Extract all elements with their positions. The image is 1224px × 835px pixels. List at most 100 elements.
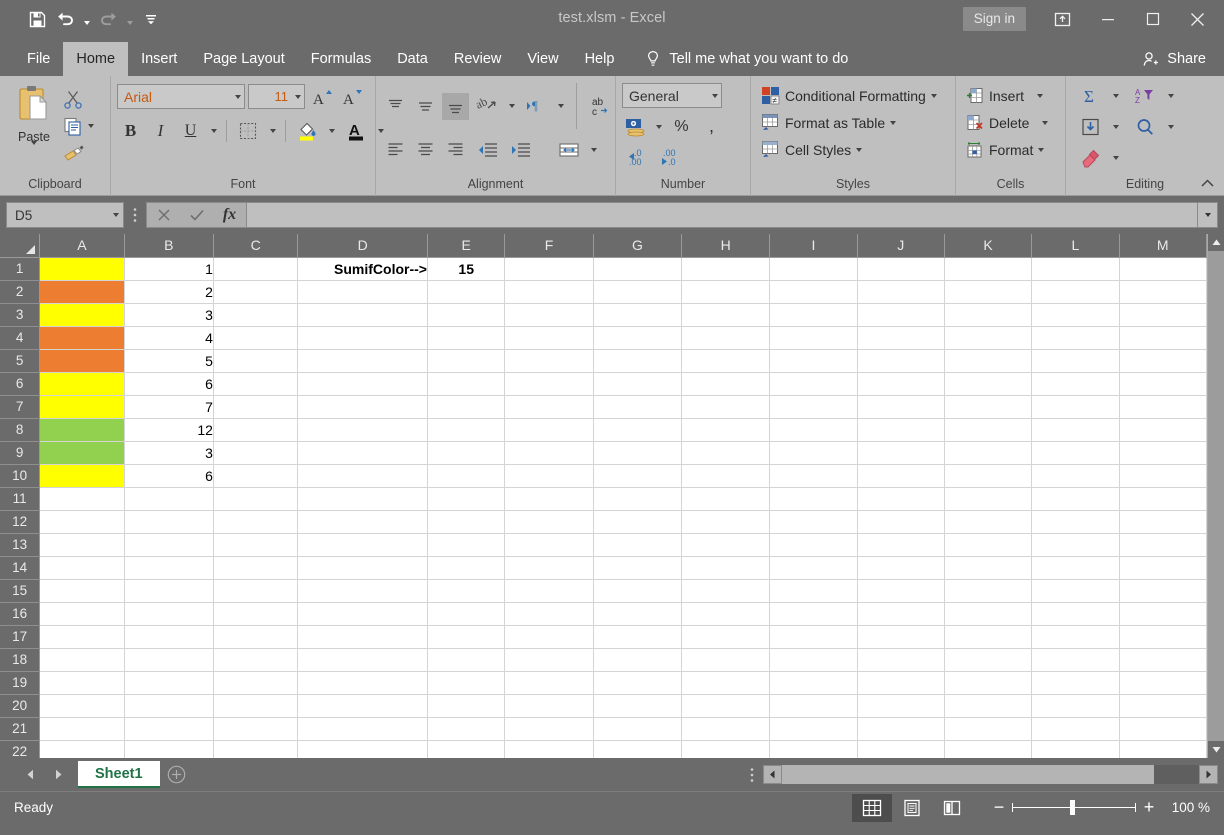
copy-button[interactable] — [62, 113, 94, 139]
cell-L5[interactable] — [1031, 349, 1120, 373]
cell-E1[interactable]: 15 — [427, 257, 506, 281]
cell-F5[interactable] — [504, 349, 594, 373]
cell-L21[interactable] — [1031, 717, 1120, 741]
cell-B18[interactable] — [124, 648, 214, 672]
decrease-indent-button[interactable] — [472, 136, 502, 163]
cell-D18[interactable] — [297, 648, 428, 672]
cell-H3[interactable] — [681, 303, 771, 327]
cell-C16[interactable] — [213, 602, 299, 626]
cell-G10[interactable] — [593, 464, 683, 488]
fill-button[interactable] — [1076, 113, 1106, 140]
cell-D19[interactable] — [297, 671, 428, 695]
next-sheet-icon[interactable] — [44, 760, 72, 790]
cell-C11[interactable] — [213, 487, 299, 511]
font-size-combo[interactable]: 11 — [248, 84, 305, 109]
cell-B5[interactable]: 5 — [124, 349, 214, 373]
cell-B21[interactable] — [124, 717, 214, 741]
share-button[interactable]: Share — [1142, 42, 1224, 76]
cell-E6[interactable] — [427, 372, 506, 396]
cell-H10[interactable] — [681, 464, 771, 488]
cell-A7[interactable] — [39, 395, 125, 419]
name-box[interactable]: D5 — [6, 202, 124, 228]
cell-L1[interactable] — [1031, 257, 1120, 281]
cell-A19[interactable] — [39, 671, 125, 695]
sign-in-button[interactable]: Sign in — [962, 7, 1026, 31]
cell-F10[interactable] — [504, 464, 594, 488]
cell-J12[interactable] — [857, 510, 945, 534]
row-header-3[interactable]: 3 — [0, 303, 41, 327]
cell-M21[interactable] — [1119, 717, 1207, 741]
clear-dropdown-icon[interactable] — [1109, 144, 1122, 171]
cell-M18[interactable] — [1119, 648, 1207, 672]
paste-dropdown-icon[interactable] — [31, 141, 37, 163]
cell-L19[interactable] — [1031, 671, 1120, 695]
cell-L11[interactable] — [1031, 487, 1120, 511]
cell-A5[interactable] — [39, 349, 125, 373]
cell-L16[interactable] — [1031, 602, 1120, 626]
cell-H17[interactable] — [681, 625, 771, 649]
undo-dropdown-icon[interactable] — [80, 6, 93, 32]
cell-L3[interactable] — [1031, 303, 1120, 327]
cell-I9[interactable] — [769, 441, 858, 465]
cell-F3[interactable] — [504, 303, 594, 327]
cell-D11[interactable] — [297, 487, 428, 511]
cell-H12[interactable] — [681, 510, 771, 534]
autosum-button[interactable]: Σ — [1076, 82, 1106, 109]
cell-H21[interactable] — [681, 717, 771, 741]
cell-L12[interactable] — [1031, 510, 1120, 534]
cell-I12[interactable] — [769, 510, 858, 534]
row-header-2[interactable]: 2 — [0, 280, 41, 304]
cell-M20[interactable] — [1119, 694, 1207, 718]
cell-K19[interactable] — [944, 671, 1033, 695]
zoom-out-button[interactable]: − — [986, 795, 1012, 821]
row-header-12[interactable]: 12 — [0, 510, 41, 534]
cell-L8[interactable] — [1031, 418, 1120, 442]
cell-H13[interactable] — [681, 533, 771, 557]
collapse-ribbon-button[interactable] — [1196, 173, 1218, 193]
cell-G18[interactable] — [593, 648, 683, 672]
cell-F11[interactable] — [504, 487, 594, 511]
cell-F14[interactable] — [504, 556, 594, 580]
cell-E4[interactable] — [427, 326, 506, 350]
cell-D9[interactable] — [297, 441, 428, 465]
cell-M19[interactable] — [1119, 671, 1207, 695]
cell-A10[interactable] — [39, 464, 125, 488]
column-header-j[interactable]: J — [857, 234, 945, 258]
cell-A12[interactable] — [39, 510, 125, 534]
borders-button[interactable] — [233, 117, 263, 144]
cell-H19[interactable] — [681, 671, 771, 695]
cell-M12[interactable] — [1119, 510, 1207, 534]
cell-E13[interactable] — [427, 533, 506, 557]
cell-L7[interactable] — [1031, 395, 1120, 419]
cell-L20[interactable] — [1031, 694, 1120, 718]
cell-B19[interactable] — [124, 671, 214, 695]
cell-E21[interactable] — [427, 717, 506, 741]
cell-C14[interactable] — [213, 556, 299, 580]
cell-F1[interactable] — [504, 257, 594, 281]
orientation-button[interactable]: ab — [472, 93, 502, 120]
tab-data[interactable]: Data — [384, 42, 441, 76]
cell-K9[interactable] — [944, 441, 1033, 465]
cell-E9[interactable] — [427, 441, 506, 465]
cell-L14[interactable] — [1031, 556, 1120, 580]
cell-M9[interactable] — [1119, 441, 1207, 465]
cell-A6[interactable] — [39, 372, 125, 396]
cell-J15[interactable] — [857, 579, 945, 603]
text-direction-dropdown-icon[interactable] — [554, 93, 567, 120]
cell-E8[interactable] — [427, 418, 506, 442]
cell-K18[interactable] — [944, 648, 1033, 672]
align-right-button[interactable] — [442, 136, 469, 163]
cell-G6[interactable] — [593, 372, 683, 396]
cell-M4[interactable] — [1119, 326, 1207, 350]
cell-M17[interactable] — [1119, 625, 1207, 649]
cell-A17[interactable] — [39, 625, 125, 649]
row-header-10[interactable]: 10 — [0, 464, 41, 488]
cell-K6[interactable] — [944, 372, 1033, 396]
row-header-20[interactable]: 20 — [0, 694, 41, 718]
cell-K10[interactable] — [944, 464, 1033, 488]
cell-J18[interactable] — [857, 648, 945, 672]
cell-A2[interactable] — [39, 280, 125, 304]
cell-F8[interactable] — [504, 418, 594, 442]
cell-K21[interactable] — [944, 717, 1033, 741]
cell-E22[interactable] — [427, 740, 506, 758]
